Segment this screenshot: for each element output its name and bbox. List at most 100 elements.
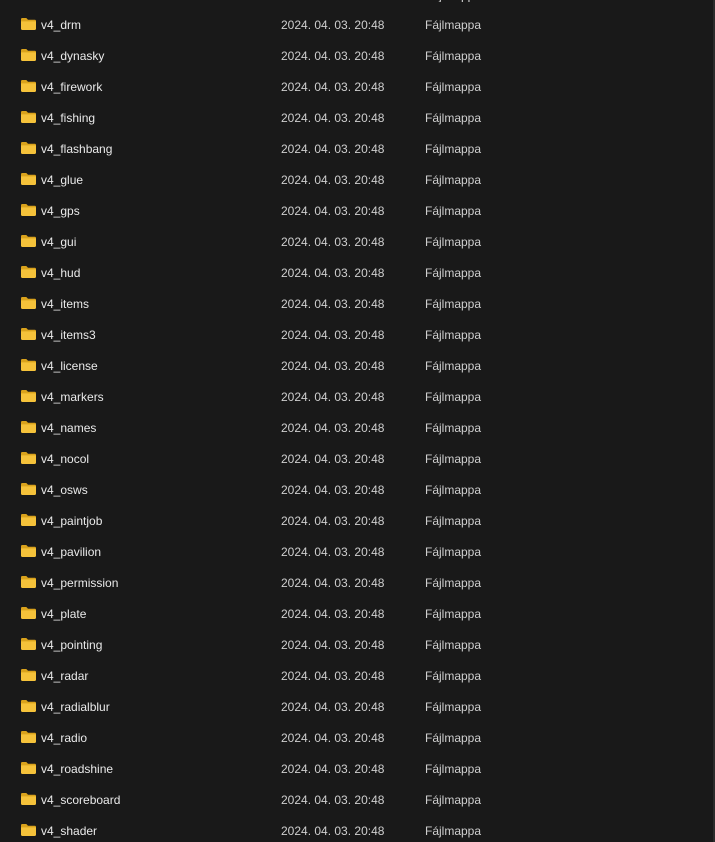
list-item[interactable]: v4_nocol 2024. 04. 03. 20:48 Fájlmappa: [0, 443, 713, 474]
item-modified-date: 2024. 04. 03. 20:48: [281, 700, 385, 714]
item-modified-date: 2024. 04. 03. 20:48: [281, 421, 385, 435]
list-item[interactable]: v4_fishing 2024. 04. 03. 20:48 Fájlmappa: [0, 102, 713, 133]
item-name: v4_gui: [41, 235, 77, 249]
folder-icon: [21, 359, 36, 371]
item-type: Fájlmappa: [425, 545, 482, 559]
item-name: v4_hud: [41, 266, 81, 280]
folder-icon: [21, 545, 36, 557]
item-type: Fájlmappa: [425, 514, 482, 528]
list-item[interactable]: v4_items3 2024. 04. 03. 20:48 Fájlmappa: [0, 319, 713, 350]
folder-icon: [21, 390, 36, 402]
item-type: Fájlmappa: [425, 824, 482, 838]
item-type: Fájlmappa: [425, 49, 482, 63]
item-modified-date: 2024. 04. 03. 20:48: [281, 173, 385, 187]
item-type: Fájlmappa: [425, 607, 482, 621]
list-item[interactable]: v4_radio 2024. 04. 03. 20:48 Fájlmappa: [0, 722, 713, 753]
folder-icon: [21, 18, 36, 30]
folder-icon: [21, 80, 36, 92]
list-item[interactable]: v4_items 2024. 04. 03. 20:48 Fájlmappa: [0, 288, 713, 319]
item-name: v4_items: [41, 297, 90, 311]
list-item[interactable]: v4_gui 2024. 04. 03. 20:48 Fájlmappa: [0, 226, 713, 257]
item-type: Fájlmappa: [425, 483, 482, 497]
partial-top-row: Fájlmappa: [0, 0, 715, 2]
item-modified-date: 2024. 04. 03. 20:48: [281, 111, 385, 125]
list-item[interactable]: v4_license 2024. 04. 03. 20:48 Fájlmappa: [0, 350, 713, 381]
item-type: Fájlmappa: [425, 359, 482, 373]
folder-icon: [21, 204, 36, 216]
list-item[interactable]: v4_dynasky 2024. 04. 03. 20:48 Fájlmappa: [0, 40, 713, 71]
item-modified-date: 2024. 04. 03. 20:48: [281, 204, 385, 218]
folder-icon: [21, 328, 36, 340]
list-item[interactable]: v4_gps 2024. 04. 03. 20:48 Fájlmappa: [0, 195, 713, 226]
item-name: v4_radialblur: [41, 700, 110, 714]
folder-icon: [21, 235, 36, 247]
folder-icon: [21, 266, 36, 278]
item-type: Fájlmappa: [425, 266, 482, 280]
list-item[interactable]: v4_names 2024. 04. 03. 20:48 Fájlmappa: [0, 412, 713, 443]
item-type: Fájlmappa: [425, 793, 482, 807]
list-item[interactable]: v4_plate 2024. 04. 03. 20:48 Fájlmappa: [0, 598, 713, 629]
item-name: v4_radar: [41, 669, 89, 683]
item-type: Fájlmappa: [425, 235, 482, 249]
folder-icon: [21, 297, 36, 309]
item-modified-date: 2024. 04. 03. 20:48: [281, 390, 385, 404]
item-name: v4_fishing: [41, 111, 96, 125]
folder-icon: [21, 514, 36, 526]
folder-icon: [21, 576, 36, 588]
list-item[interactable]: v4_pointing 2024. 04. 03. 20:48 Fájlmappa: [0, 629, 713, 660]
folder-icon: [21, 700, 36, 712]
item-name: v4_permission: [41, 576, 119, 590]
list-item[interactable]: v4_pavilion 2024. 04. 03. 20:48 Fájlmappa: [0, 536, 713, 567]
item-type: Fájlmappa: [425, 421, 482, 435]
folder-icon: [21, 142, 36, 154]
list-item[interactable]: v4_hud 2024. 04. 03. 20:48 Fájlmappa: [0, 257, 713, 288]
item-type: Fájlmappa: [425, 576, 482, 590]
list-item[interactable]: v4_glue 2024. 04. 03. 20:48 Fájlmappa: [0, 164, 713, 195]
list-item[interactable]: v4_paintjob 2024. 04. 03. 20:48 Fájlmappa: [0, 505, 713, 536]
item-type: Fájlmappa: [425, 297, 482, 311]
list-item[interactable]: v4_firework 2024. 04. 03. 20:48 Fájlmappa: [0, 71, 713, 102]
item-modified-date: 2024. 04. 03. 20:48: [281, 266, 385, 280]
item-type: Fájlmappa: [425, 731, 482, 745]
item-modified-date: 2024. 04. 03. 20:48: [281, 49, 385, 63]
list-item[interactable]: v4_shader 2024. 04. 03. 20:48 Fájlmappa: [0, 815, 713, 842]
item-type: Fájlmappa: [425, 762, 482, 776]
item-modified-date: 2024. 04. 03. 20:48: [281, 514, 385, 528]
item-name: v4_drm: [41, 18, 82, 32]
list-item[interactable]: v4_permission 2024. 04. 03. 20:48 Fájlmapp…: [0, 567, 713, 598]
item-type: Fájlmappa: [425, 700, 482, 714]
list-item[interactable]: v4_flashbang 2024. 04. 03. 20:48 Fájlmappa: [0, 133, 713, 164]
list-item[interactable]: v4_radialblur 2024. 04. 03. 20:48 Fájlmapp…: [0, 691, 713, 722]
list-item[interactable]: v4_drm 2024. 04. 03. 20:48 Fájlmappa: [0, 9, 713, 40]
item-modified-date: 2024. 04. 03. 20:48: [281, 297, 385, 311]
item-modified-date: 2024. 04. 03. 20:48: [281, 328, 385, 342]
item-name: v4_pointing: [41, 638, 103, 652]
folder-icon: [21, 731, 36, 743]
item-name: v4_radio: [41, 731, 88, 745]
item-type: Fájlmappa: [425, 452, 482, 466]
list-item[interactable]: v4_radar 2024. 04. 03. 20:48 Fájlmappa: [0, 660, 713, 691]
item-modified-date: 2024. 04. 03. 20:48: [281, 731, 385, 745]
partial-row-type: Fájlmappa: [425, 0, 481, 2]
item-modified-date: 2024. 04. 03. 20:48: [281, 142, 385, 156]
item-name: v4_shader: [41, 824, 98, 838]
folder-icon: [21, 638, 36, 650]
list-item[interactable]: v4_osws 2024. 04. 03. 20:48 Fájlmappa: [0, 474, 713, 505]
item-name: v4_glue: [41, 173, 84, 187]
item-type: Fájlmappa: [425, 142, 482, 156]
item-name: v4_gps: [41, 204, 80, 218]
list-item[interactable]: v4_roadshine 2024. 04. 03. 20:48 Fájlmappa: [0, 753, 713, 784]
item-type: Fájlmappa: [425, 18, 482, 32]
item-name: v4_dynasky: [41, 49, 105, 63]
item-name: v4_nocol: [41, 452, 90, 466]
item-modified-date: 2024. 04. 03. 20:48: [281, 793, 385, 807]
folder-icon: [21, 173, 36, 185]
item-name: v4_names: [41, 421, 97, 435]
item-modified-date: 2024. 04. 03. 20:48: [281, 576, 385, 590]
folder-icon: [21, 111, 36, 123]
folder-icon: [21, 607, 36, 619]
item-modified-date: 2024. 04. 03. 20:48: [281, 824, 385, 838]
list-item[interactable]: v4_scoreboard 2024. 04. 03. 20:48 Fájlmapp…: [0, 784, 713, 815]
item-modified-date: 2024. 04. 03. 20:48: [281, 452, 385, 466]
list-item[interactable]: v4_markers 2024. 04. 03. 20:48 Fájlmappa: [0, 381, 713, 412]
